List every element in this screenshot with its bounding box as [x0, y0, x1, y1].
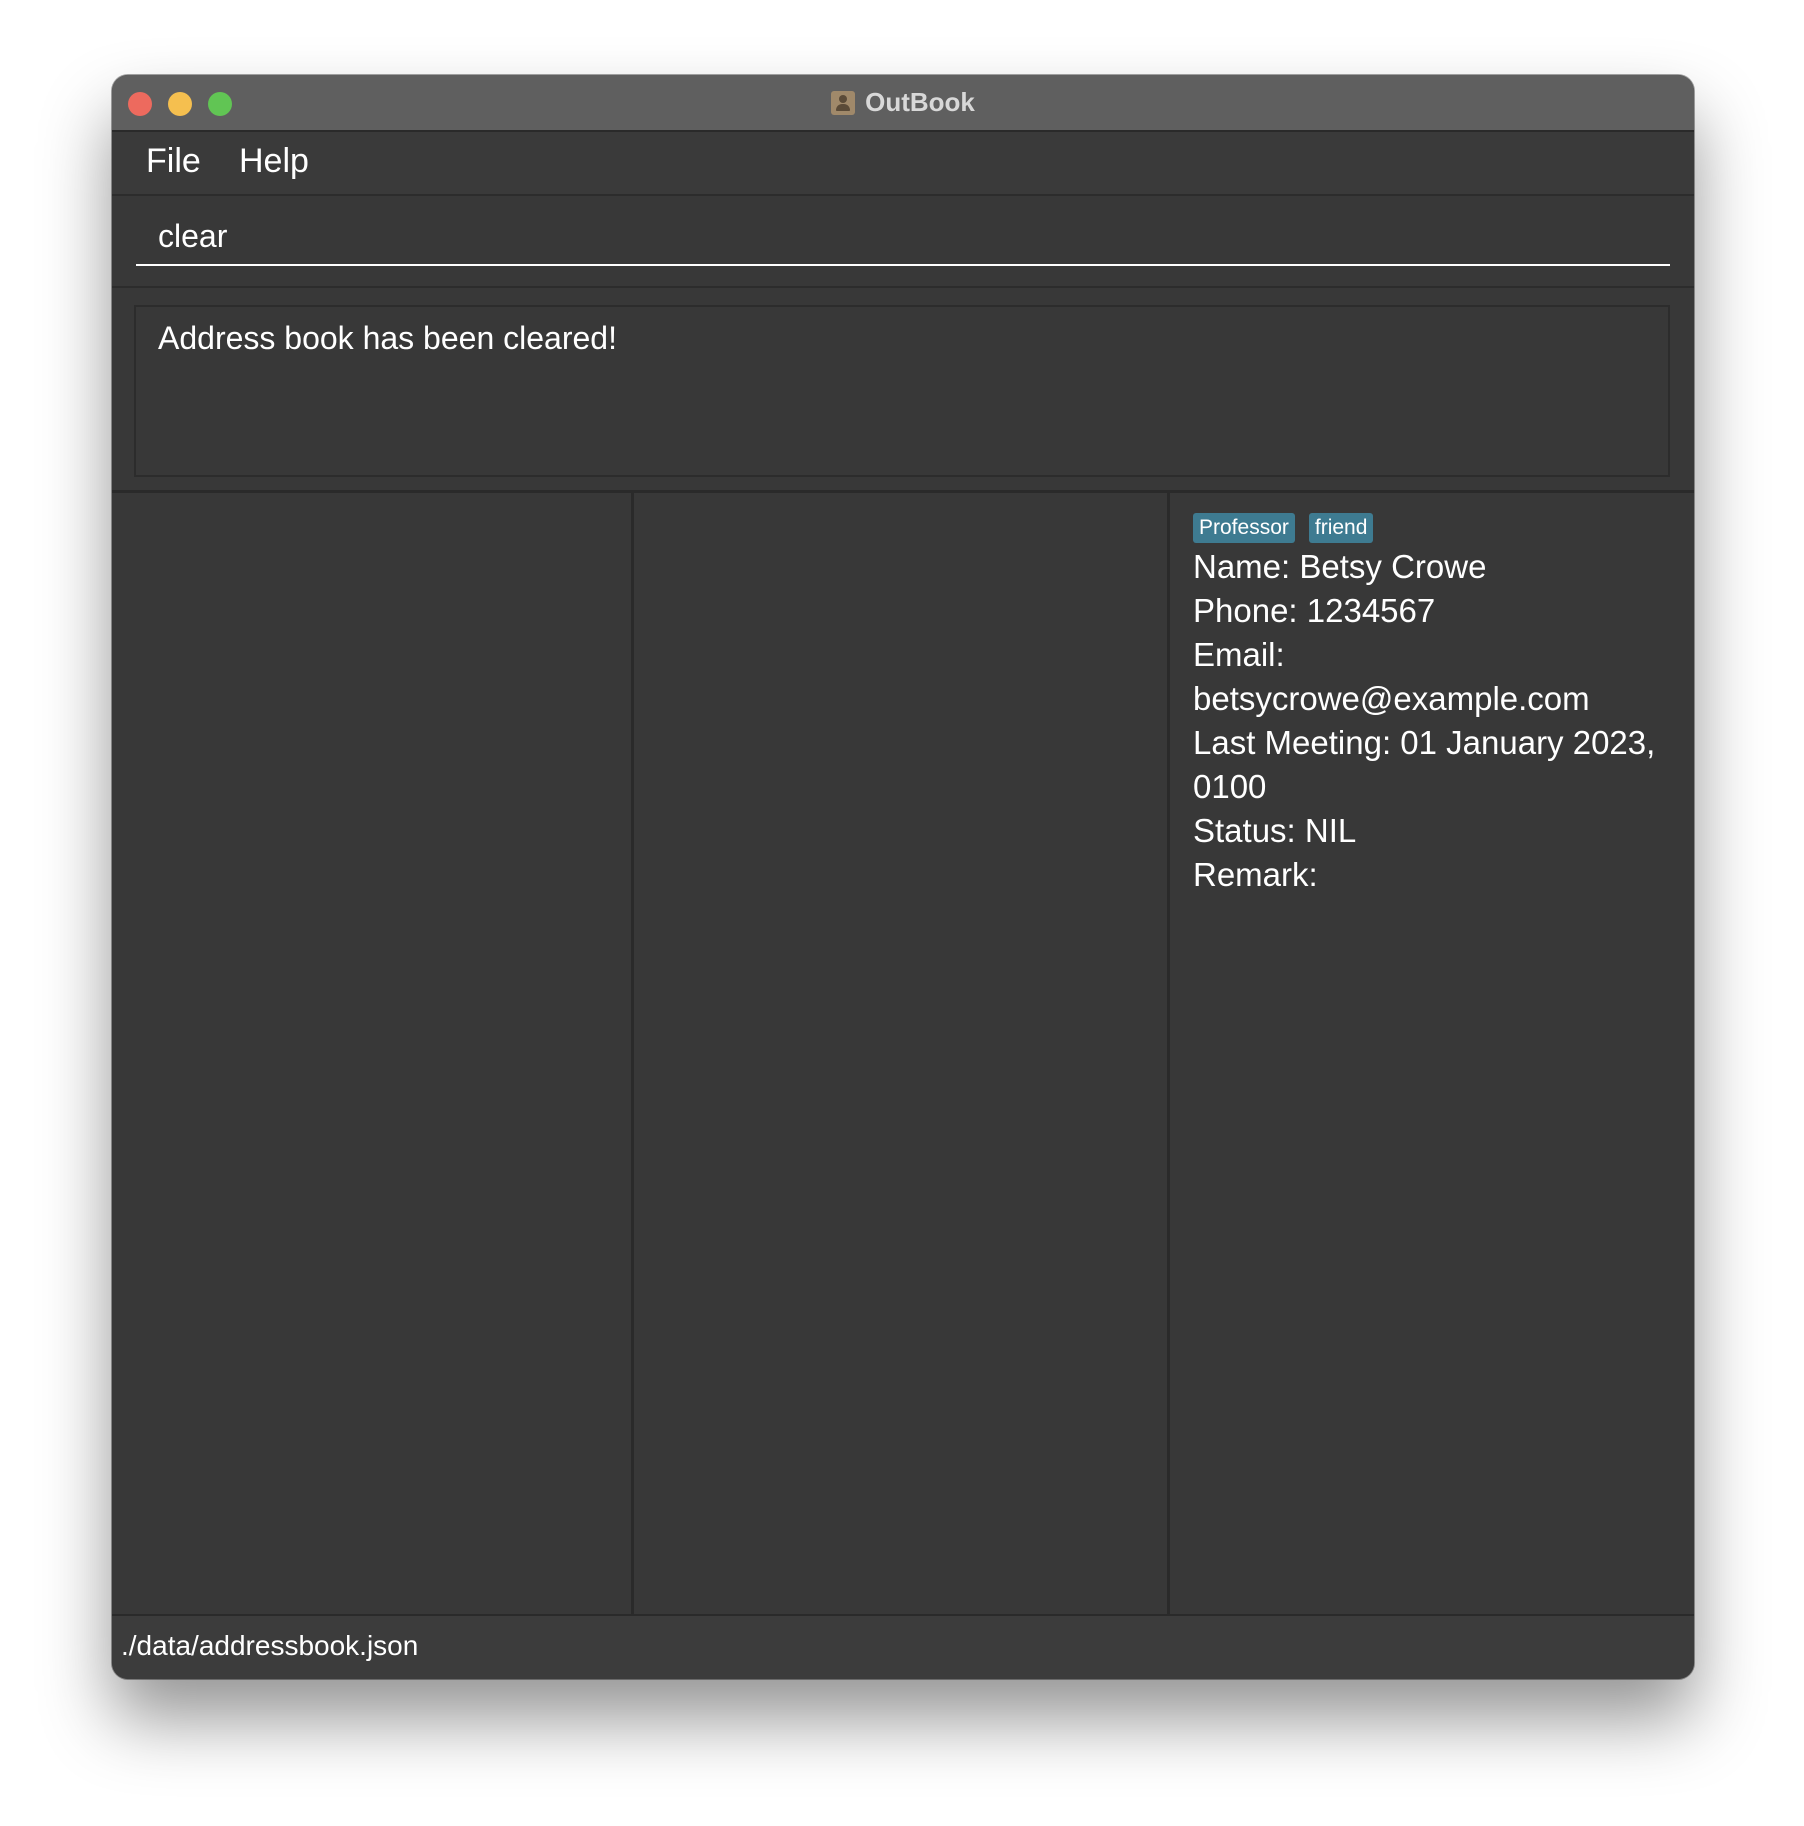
- person-status: Status: NIL: [1193, 812, 1357, 849]
- save-file-path: ./data/addressbook.json: [121, 1630, 419, 1661]
- person-last-meeting-time: 0100: [1193, 768, 1267, 805]
- content-panels: Professor friend Name: Betsy Crowe Phone…: [112, 490, 1694, 1614]
- tag-friend: friend: [1308, 513, 1374, 543]
- title-bar[interactable]: OutBook: [112, 75, 1694, 132]
- command-input[interactable]: clear: [136, 210, 1670, 266]
- window-title: OutBook: [112, 75, 1694, 130]
- result-display: Address book has been cleared!: [112, 288, 1694, 477]
- person-last-meeting: Last Meeting: 01 January 2023,: [1193, 724, 1656, 761]
- person-email-value: betsycrowe@example.com: [1193, 680, 1590, 717]
- command-box: clear: [112, 196, 1694, 288]
- window-title-text: OutBook: [865, 87, 975, 117]
- menu-file[interactable]: File: [146, 142, 201, 181]
- result-box: Address book has been cleared!: [134, 305, 1670, 477]
- person-email-label: Email:: [1193, 636, 1285, 673]
- person-name: Name: Betsy Crowe: [1193, 548, 1487, 585]
- result-message: Address book has been cleared!: [158, 320, 617, 356]
- tag-list: Professor friend: [1193, 513, 1387, 543]
- status-bar: ./data/addressbook.json: [112, 1614, 1694, 1679]
- person-details: Name: Betsy Crowe Phone: 1234567 Email: …: [1193, 545, 1673, 897]
- meeting-list-panel[interactable]: [634, 493, 1170, 1614]
- person-remark: Remark:: [1193, 856, 1318, 893]
- person-detail-panel: Professor friend Name: Betsy Crowe Phone…: [1170, 493, 1694, 1614]
- app-window: OutBook File Help clear Address book has…: [112, 75, 1694, 1679]
- person-list-panel[interactable]: [112, 493, 634, 1614]
- menu-help[interactable]: Help: [239, 142, 309, 181]
- person-phone: Phone: 1234567: [1193, 592, 1436, 629]
- command-input-text: clear: [158, 218, 228, 254]
- address-book-icon: [831, 90, 856, 115]
- menu-bar: File Help: [112, 132, 1694, 196]
- tag-professor: Professor: [1193, 513, 1295, 543]
